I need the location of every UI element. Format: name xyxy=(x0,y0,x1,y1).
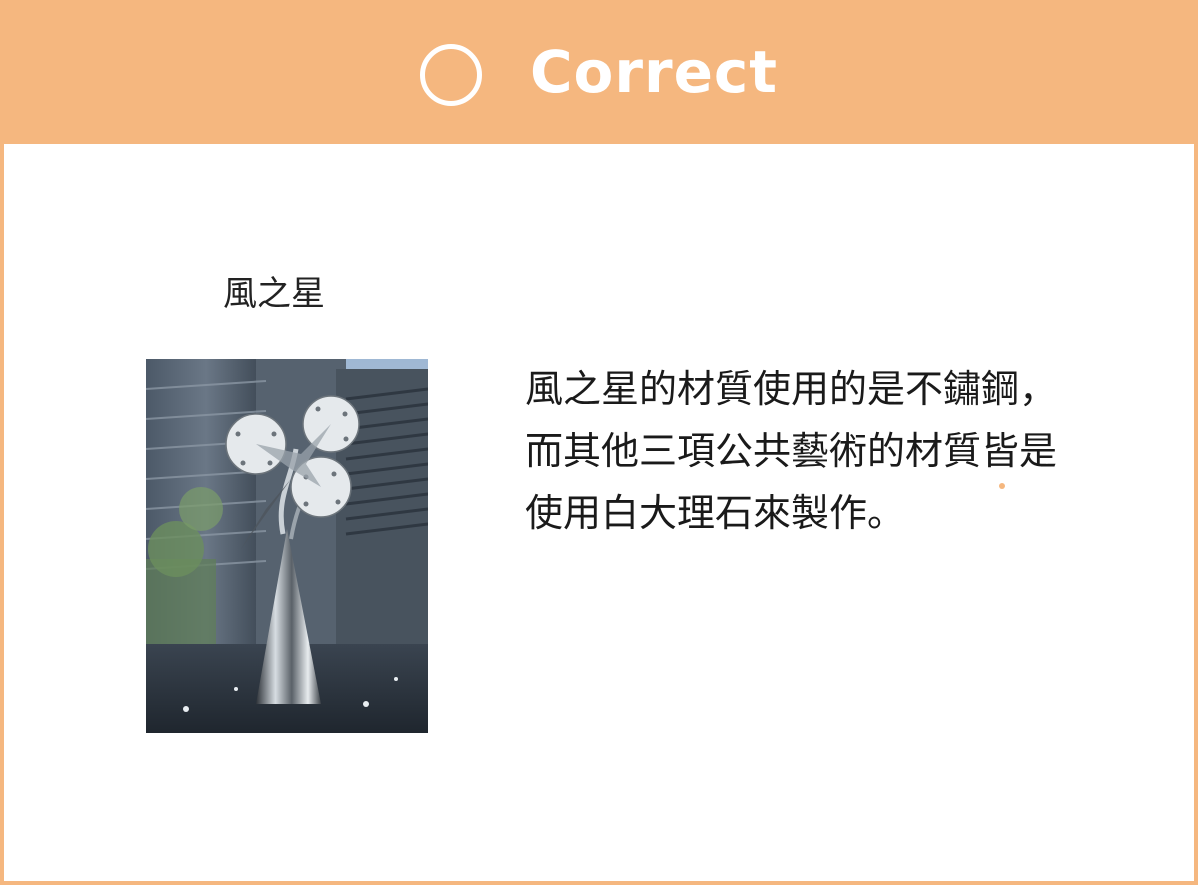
circle-icon xyxy=(419,44,482,106)
explanation-text: 風之星的材質使用的是不鏽鋼， 而其他三項公共藝術的材質皆是 使用白大理石來製作。 xyxy=(525,358,1165,544)
explanation-line: 風之星的材質使用的是不鏽鋼， xyxy=(525,367,1058,411)
result-header: Correct xyxy=(4,4,1194,144)
accent-dot xyxy=(999,483,1005,489)
explanation-line: 而其他三項公共藝術的材質皆是 xyxy=(525,429,1058,473)
sculpture-photo xyxy=(146,359,428,733)
explanation-line: 使用白大理石來製作。 xyxy=(525,491,906,535)
answer-card: Correct 風之星 風之星的材質使用的是不鏽鋼， 而其他三項公共藝術的材質皆… xyxy=(0,0,1198,885)
result-title: Correct xyxy=(529,38,779,106)
artwork-caption: 風之星 xyxy=(223,274,325,314)
